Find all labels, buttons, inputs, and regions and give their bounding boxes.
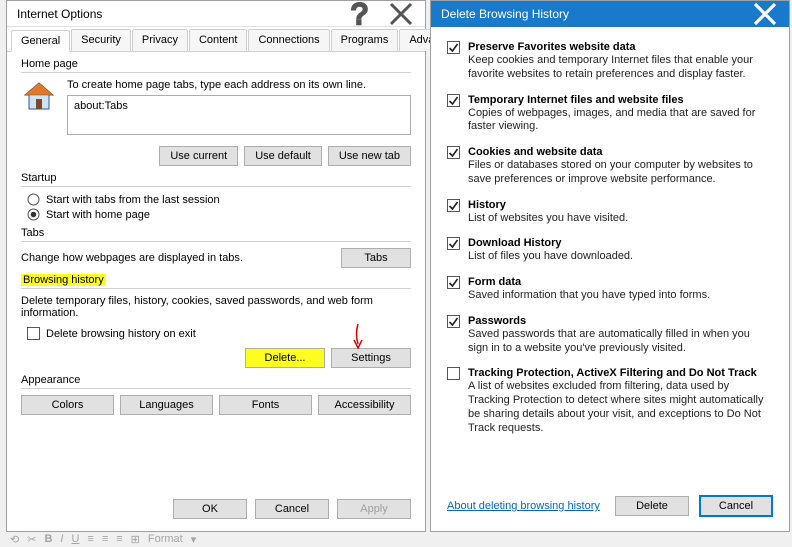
homepage-section: Home page To create home page tabs, type… — [21, 58, 411, 166]
history-option: PasswordsSaved passwords that are automa… — [447, 315, 773, 356]
checkbox[interactable] — [447, 237, 460, 250]
history-option: Tracking Protection, ActiveX Filtering a… — [447, 367, 773, 435]
tabs-button[interactable]: Tabs — [341, 248, 411, 268]
radio-label: Start with tabs from the last session — [46, 194, 220, 206]
delete-button[interactable]: Delete — [615, 496, 689, 516]
checkbox[interactable] — [447, 199, 460, 212]
window-title: Delete Browsing History — [441, 7, 745, 21]
checkbox[interactable] — [447, 41, 460, 54]
about-link[interactable]: About deleting browsing history — [447, 500, 605, 512]
option-label: Tracking Protection, ActiveX Filtering a… — [468, 367, 773, 379]
title-bar: Internet Options ? — [7, 1, 425, 27]
background-toolbar: ⟲✂BIU≡≡≡⊞Format▾ — [4, 531, 792, 547]
startup-last-session-radio[interactable]: Start with tabs from the last session — [27, 193, 411, 206]
checkbox[interactable] — [447, 367, 460, 380]
option-description: List of files you have downloaded. — [468, 250, 773, 264]
option-label: History — [468, 199, 773, 211]
option-description: List of websites you have visited. — [468, 212, 773, 226]
close-button[interactable] — [381, 3, 421, 25]
option-description: A list of websites excluded from filteri… — [468, 380, 773, 435]
use-current-button[interactable]: Use current — [159, 146, 238, 166]
history-text: Delete temporary files, history, cookies… — [21, 295, 411, 319]
checkbox[interactable] — [447, 315, 460, 328]
arrow-annotation — [349, 322, 367, 352]
history-option: Form dataSaved information that you have… — [447, 276, 773, 303]
homepage-label: Home page — [21, 58, 411, 72]
window-title: Internet Options — [17, 7, 341, 21]
option-description: Saved passwords that are automatically f… — [468, 328, 773, 356]
ok-button[interactable]: OK — [173, 499, 247, 519]
history-option: Temporary Internet files and website fil… — [447, 94, 773, 135]
checkbox[interactable] — [447, 94, 460, 107]
option-label: Temporary Internet files and website fil… — [468, 94, 773, 106]
option-description: Files or databases stored on your comput… — [468, 159, 773, 187]
option-label: Form data — [468, 276, 773, 288]
cancel-button[interactable]: Cancel — [699, 495, 773, 517]
startup-home-page-radio[interactable]: Start with home page — [27, 208, 411, 221]
option-description: Keep cookies and temporary Internet file… — [468, 54, 773, 82]
homepage-instruction: To create home page tabs, type each addr… — [67, 79, 411, 91]
internet-options-dialog: Internet Options ? General Security Priv… — [6, 0, 426, 532]
fonts-button[interactable]: Fonts — [219, 395, 312, 415]
accessibility-button[interactable]: Accessibility — [318, 395, 411, 415]
option-label: Preserve Favorites website data — [468, 41, 773, 53]
tab-connections[interactable]: Connections — [248, 29, 329, 51]
languages-button[interactable]: Languages — [120, 395, 213, 415]
option-label: Passwords — [468, 315, 773, 327]
radio-label: Start with home page — [46, 209, 150, 221]
checkbox[interactable] — [447, 276, 460, 289]
svg-text:?: ? — [351, 0, 368, 31]
tabs-section: Tabs Change how webpages are displayed i… — [21, 227, 411, 268]
history-option: HistoryList of websites you have visited… — [447, 199, 773, 226]
dialog-footer: OK Cancel Apply — [7, 487, 425, 531]
title-bar: Delete Browsing History — [431, 1, 789, 27]
history-settings-button[interactable]: Settings — [331, 348, 411, 368]
homepage-url-input[interactable] — [67, 95, 411, 135]
option-label: Cookies and website data — [468, 146, 773, 158]
options-list: Preserve Favorites website dataKeep cook… — [431, 27, 789, 485]
close-button[interactable] — [745, 3, 785, 25]
tab-privacy[interactable]: Privacy — [132, 29, 188, 51]
startup-section: Startup Start with tabs from the last se… — [21, 172, 411, 221]
delete-browsing-history-dialog: Delete Browsing History Preserve Favorit… — [430, 0, 790, 532]
option-description: Copies of webpages, images, and media th… — [468, 107, 773, 135]
tab-security[interactable]: Security — [71, 29, 131, 51]
checkbox[interactable] — [447, 146, 460, 159]
use-new-tab-button[interactable]: Use new tab — [328, 146, 411, 166]
tabs-text: Change how webpages are displayed in tab… — [21, 252, 341, 264]
option-label: Download History — [468, 237, 773, 249]
tab-general[interactable]: General — [11, 30, 70, 52]
appearance-section: Appearance Colors Languages Fonts Access… — [21, 374, 411, 415]
checkbox-label: Delete browsing history on exit — [46, 328, 196, 340]
colors-button[interactable]: Colors — [21, 395, 114, 415]
apply-button[interactable]: Apply — [337, 499, 411, 519]
tab-programs[interactable]: Programs — [331, 29, 399, 51]
general-tab-body: Home page To create home page tabs, type… — [7, 52, 425, 487]
history-option: Preserve Favorites website dataKeep cook… — [447, 41, 773, 82]
delete-history-button[interactable]: Delete... — [245, 348, 325, 368]
history-option: Cookies and website dataFiles or databas… — [447, 146, 773, 187]
history-option: Download HistoryList of files you have d… — [447, 237, 773, 264]
cancel-button[interactable]: Cancel — [255, 499, 329, 519]
option-description: Saved information that you have typed in… — [468, 289, 773, 303]
startup-label: Startup — [21, 172, 411, 186]
tabs-label: Tabs — [21, 227, 411, 241]
browsing-history-label: Browsing history — [21, 274, 411, 288]
help-button[interactable]: ? — [341, 3, 381, 25]
tab-strip: General Security Privacy Content Connect… — [7, 27, 425, 52]
use-default-button[interactable]: Use default — [244, 146, 322, 166]
tab-content[interactable]: Content — [189, 29, 248, 51]
dialog-footer: About deleting browsing history Delete C… — [431, 485, 789, 531]
appearance-label: Appearance — [21, 374, 411, 388]
home-icon — [21, 79, 57, 115]
browsing-history-section: Browsing history Delete temporary files,… — [21, 274, 411, 368]
